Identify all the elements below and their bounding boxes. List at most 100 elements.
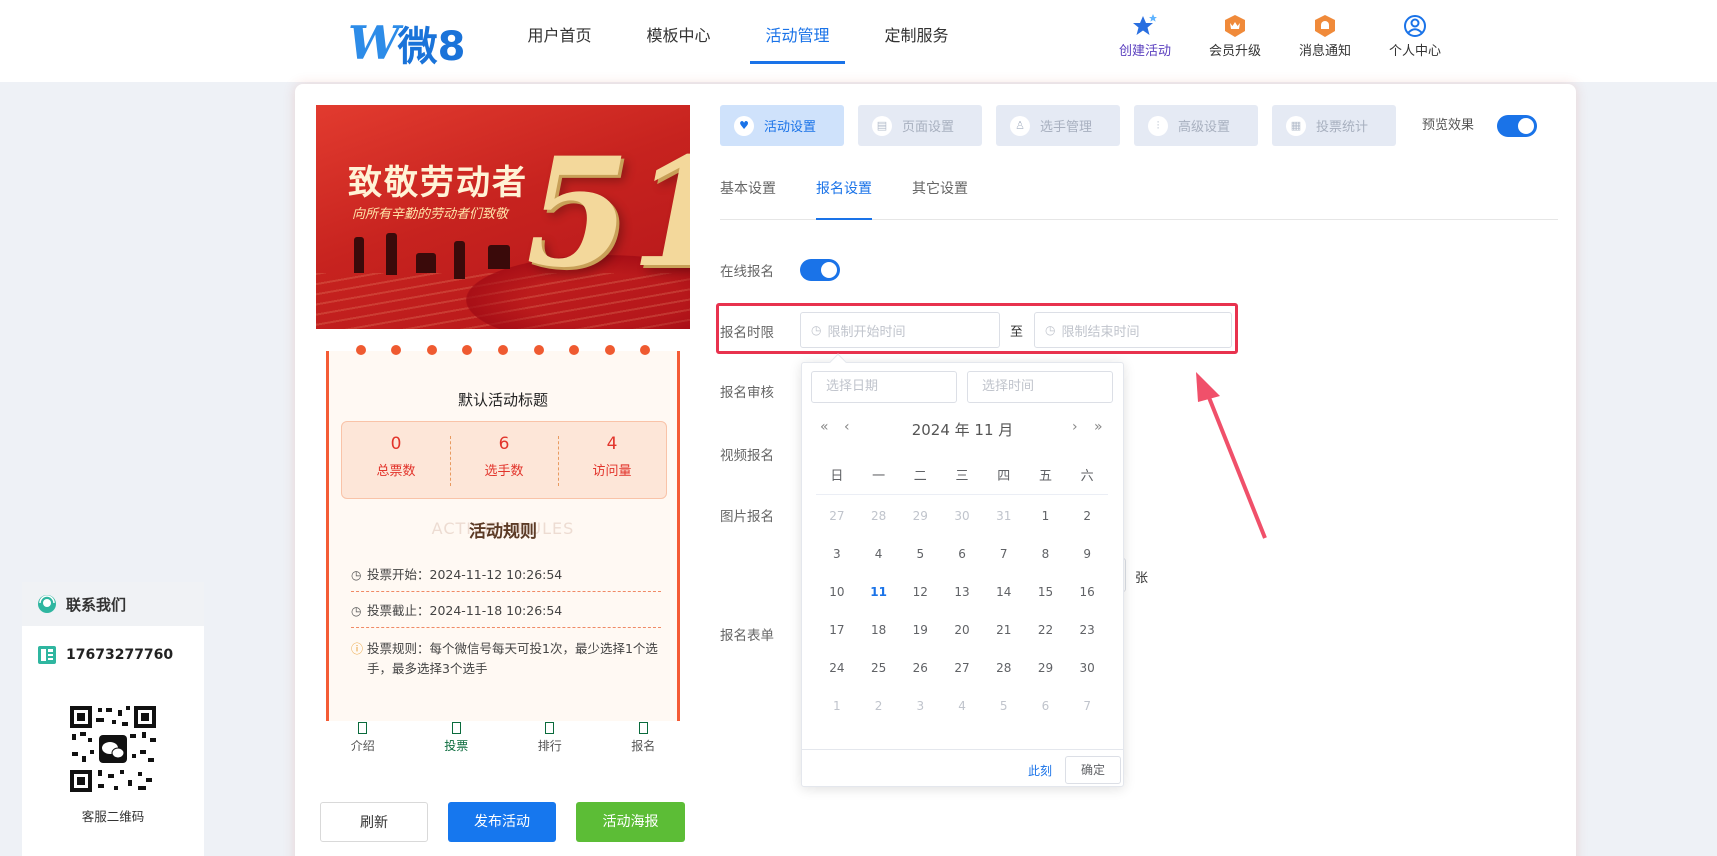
online-signup-switch[interactable] xyxy=(800,259,840,281)
calendar-week-row: 24 25 26 27 28 29 30 xyxy=(816,653,1108,691)
nav-custom-service[interactable]: 定制服务 xyxy=(857,0,976,64)
calendar-day[interactable]: 19 xyxy=(899,615,941,653)
calendar-day[interactable]: 1 xyxy=(1025,501,1067,539)
calendar-day[interactable]: 25 xyxy=(858,653,900,691)
picker-time-input[interactable]: 选择时间 xyxy=(967,371,1113,403)
member-upgrade-label: 会员升级 xyxy=(1208,44,1261,59)
stat-label: 总票数 xyxy=(376,464,416,479)
activity-stats: 0 总票数 6 选手数 4 访问量 xyxy=(341,421,667,499)
calendar-day[interactable]: 3 xyxy=(899,691,941,729)
next-month-icon[interactable]: › xyxy=(1072,419,1078,435)
calendar-day[interactable]: 6 xyxy=(1025,691,1067,729)
activity-poster-button[interactable]: 活动海报 xyxy=(576,802,685,842)
calendar-day[interactable]: 30 xyxy=(1066,653,1108,691)
calendar-day[interactable]: 26 xyxy=(899,653,941,691)
picker-date-input[interactable]: 选择日期 xyxy=(811,371,957,403)
subtab-signup[interactable]: 报名设置 xyxy=(816,178,872,220)
calendar-day[interactable]: 28 xyxy=(983,653,1025,691)
member-upgrade-button[interactable]: 会员升级 xyxy=(1190,12,1280,59)
contact-title: 联系我们 xyxy=(66,595,127,614)
qr-label: 客服二维码 xyxy=(81,809,145,824)
calendar-day[interactable]: 20 xyxy=(941,615,983,653)
calendar-day[interactable]: 2 xyxy=(1066,501,1108,539)
calendar-day[interactable]: 27 xyxy=(941,653,983,691)
create-activity-button[interactable]: 创建活动 xyxy=(1100,12,1190,59)
calendar-day[interactable]: 8 xyxy=(1025,539,1067,577)
calendar-day[interactable]: 28 xyxy=(858,501,900,539)
profile-button[interactable]: 个人中心 xyxy=(1370,12,1460,59)
calendar-day[interactable]: 6 xyxy=(941,539,983,577)
calendar-day[interactable]: 16 xyxy=(1066,577,1108,615)
now-button[interactable]: 此刻 xyxy=(1028,762,1052,779)
contact-phone-number[interactable]: 17673277760 xyxy=(66,647,173,663)
calendar-day[interactable]: 3 xyxy=(816,539,858,577)
calendar-grid: 27 28 29 30 31 1 2 3 4 5 6 7 8 9 10 11 12 13 14 15 16 17 18 19 2… xyxy=(816,501,1108,729)
worker-silhouette xyxy=(488,245,510,269)
publish-activity-button[interactable]: 发布活动 xyxy=(448,802,556,842)
calendar-day[interactable]: 27 xyxy=(816,501,858,539)
calendar-day[interactable]: 11 xyxy=(858,577,900,615)
tab-activity-settings[interactable]: ♥ 活动设置 xyxy=(720,105,844,146)
stat-value: 0 xyxy=(390,434,402,454)
page-icon: ▤ xyxy=(872,115,892,136)
calendar-day[interactable]: 13 xyxy=(941,577,983,615)
calendar-day[interactable]: 21 xyxy=(983,615,1025,653)
contact-header: 联系我们 xyxy=(22,582,204,626)
calendar-day[interactable]: 9 xyxy=(1066,539,1108,577)
calendar-day[interactable]: 31 xyxy=(983,501,1025,539)
calendar-day[interactable]: 5 xyxy=(899,539,941,577)
calendar-day[interactable]: 7 xyxy=(1066,691,1108,729)
tab-page-settings[interactable]: ▤ 页面设置 xyxy=(858,105,982,146)
stat-contestants: 6 选手数 xyxy=(450,422,558,498)
stat-label: 访问量 xyxy=(592,464,632,479)
weekday: 五 xyxy=(1038,469,1052,484)
subtab-other[interactable]: 其它设置 xyxy=(912,178,968,220)
tab-signup[interactable]: 报名 xyxy=(597,722,691,766)
calendar-day[interactable]: 5 xyxy=(983,691,1025,729)
warning-icon: ⓘ xyxy=(351,642,364,656)
tab-contestant-management[interactable]: ♙ 选手管理 xyxy=(996,105,1120,146)
rule-text: 投票开始：2024-11-12 10:26:54 xyxy=(367,567,563,582)
tab-advanced-settings[interactable]: ⫶ 高级设置 xyxy=(1134,105,1258,146)
notifications-button[interactable]: 消息通知 xyxy=(1280,12,1370,59)
tab-vote[interactable]: 投票 xyxy=(410,722,504,766)
activity-title: 默认活动标题 xyxy=(457,391,548,409)
calendar-day[interactable]: 12 xyxy=(899,577,941,615)
confirm-button[interactable]: 确定 xyxy=(1065,756,1121,784)
logo[interactable]: W 微8 xyxy=(348,14,466,72)
banner-subtitle: 向所有辛勤的劳动者们致敬 xyxy=(352,207,509,222)
nav-home[interactable]: 用户首页 xyxy=(500,0,619,64)
subtab-basic[interactable]: 基本设置 xyxy=(720,178,776,220)
calendar-day[interactable]: 4 xyxy=(941,691,983,729)
tab-label: 投票 xyxy=(444,739,469,753)
calendar-day[interactable]: 22 xyxy=(1025,615,1067,653)
rule-text: 投票截止：2024-11-18 10:26:54 xyxy=(367,603,563,618)
refresh-button[interactable]: 刷新 xyxy=(320,802,428,842)
nav-templates[interactable]: 模板中心 xyxy=(619,0,738,64)
calendar-day[interactable]: 7 xyxy=(983,539,1025,577)
calendar-day[interactable]: 14 xyxy=(983,577,1025,615)
preview-effect-switch[interactable] xyxy=(1497,115,1537,137)
preview-effect-label: 预览效果 xyxy=(1422,118,1475,133)
calendar-day[interactable]: 29 xyxy=(899,501,941,539)
calendar-day[interactable]: 1 xyxy=(816,691,858,729)
tab-label: 投票统计 xyxy=(1316,120,1369,135)
next-year-icon[interactable]: » xyxy=(1094,419,1103,435)
calendar-day[interactable]: 29 xyxy=(1025,653,1067,691)
vote-icon xyxy=(451,722,461,734)
calendar-day[interactable]: 4 xyxy=(858,539,900,577)
calendar-day[interactable]: 2 xyxy=(858,691,900,729)
calendar-day[interactable]: 15 xyxy=(1025,577,1067,615)
heart-icon: ♥ xyxy=(734,115,754,136)
calendar-day[interactable]: 30 xyxy=(941,501,983,539)
tab-intro[interactable]: 介绍 xyxy=(316,722,410,766)
calendar-day[interactable]: 23 xyxy=(1066,615,1108,653)
tab-ranking[interactable]: 排行 xyxy=(503,722,597,766)
calendar-day[interactable]: 17 xyxy=(816,615,858,653)
calendar-day[interactable]: 10 xyxy=(816,577,858,615)
tab-vote-statistics[interactable]: ▦ 投票统计 xyxy=(1272,105,1396,146)
calendar-day[interactable]: 18 xyxy=(858,615,900,653)
settings-sub-tabs: 基本设置 报名设置 其它设置 xyxy=(720,178,1558,220)
nav-activity-management[interactable]: 活动管理 xyxy=(738,0,857,64)
calendar-day[interactable]: 24 xyxy=(816,653,858,691)
